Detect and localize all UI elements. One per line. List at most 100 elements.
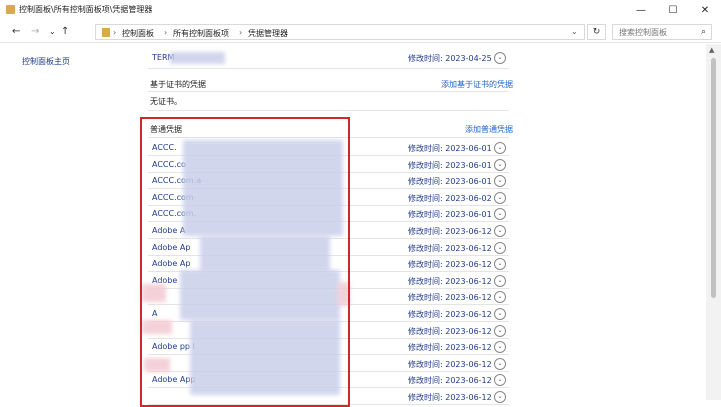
address-bar-row: ← → ⌄ ↑ › 控制面板 › 所有控制面板项 › 凭据管理器 ⌄ ↻ ⌕ — [0, 22, 721, 43]
credential-row[interactable]: A 修改时间: 2023-06-12 ⌄ — [145, 306, 511, 322]
expand-chevron-icon[interactable]: ⌄ — [494, 274, 506, 287]
expand-chevron-icon[interactable]: ⌄ — [494, 308, 506, 320]
maximize-button[interactable]: ☐ — [657, 0, 689, 20]
minimize-button[interactable]: — — [625, 0, 657, 20]
credential-modified-date: 修改时间: 2023-06-12 — [408, 359, 492, 369]
divider — [148, 110, 509, 111]
credential-modified-date: 修改时间: 2023-06-02 — [408, 193, 492, 203]
generic-credentials-heading: 普通凭据 — [150, 125, 182, 134]
credential-name: TERM — [152, 53, 175, 62]
expand-chevron-icon[interactable]: ⌄ — [494, 291, 506, 304]
credential-modified-date: 修改时间: 2023-06-01 — [408, 177, 492, 187]
divider — [148, 68, 509, 69]
credential-row[interactable]: ACCC.co 修改时间: 2023-06-01 ⌄ — [145, 157, 511, 173]
scroll-thumb[interactable] — [711, 58, 716, 298]
vertical-scrollbar[interactable]: ▲ — [706, 44, 721, 400]
credential-row[interactable]: ACCC.com.a 修改时间: 2023-06-01 ⌄ — [145, 173, 511, 189]
expand-chevron-icon[interactable]: ⌄ — [494, 374, 506, 387]
breadcrumb-control-panel[interactable]: 控制面板 — [122, 28, 154, 39]
credential-name: ACCC.com. — [152, 209, 197, 219]
expand-chevron-icon[interactable]: ⌄ — [494, 208, 506, 221]
credential-name: Adobe Ap — [152, 259, 191, 269]
credential-modified-date: 修改时间: 2023-04-25 — [408, 54, 492, 63]
credential-name: Adobe A — [152, 226, 186, 235]
expand-chevron-icon[interactable]: ⌄ — [494, 225, 506, 237]
divider — [148, 91, 509, 92]
credential-row[interactable]: ACCC.com. 修改时间: 2023-06-01 ⌄ — [145, 206, 511, 222]
credential-modified-date: 修改时间: 2023-06-01 — [408, 160, 492, 170]
credential-row[interactable]: 修改时间: 2023-06-12 ⌄ — [145, 389, 511, 405]
expand-chevron-icon[interactable]: ⌄ — [494, 191, 506, 204]
credential-name: ACCC.co — [152, 159, 186, 169]
breadcrumb-separator[interactable]: › — [164, 28, 167, 37]
credential-name: ACCC.com.a — [152, 176, 202, 186]
credential-row[interactable]: 修改时间: 2023-06-12 ⌄ — [145, 323, 511, 339]
control-panel-home-link[interactable]: 控制面板主页 — [22, 56, 70, 67]
credential-name: A — [152, 309, 158, 318]
credential-name: Adobe — [152, 275, 178, 285]
control-panel-icon — [102, 28, 110, 37]
credential-name: ACCC.com — [152, 192, 194, 202]
title-bar: 控制面板\所有控制面板项\凭据管理器 — ☐ ✕ — [0, 0, 721, 20]
expand-chevron-icon[interactable]: ⌄ — [494, 142, 506, 154]
search-input[interactable] — [619, 27, 697, 37]
breadcrumb-all-items[interactable]: 所有控制面板项 — [173, 28, 229, 39]
credential-modified-date: 修改时间: 2023-06-01 — [408, 210, 492, 220]
address-box[interactable]: › 控制面板 › 所有控制面板项 › 凭据管理器 ⌄ — [95, 24, 585, 40]
credential-modified-date: 修改时间: 2023-06-12 — [408, 310, 492, 319]
credential-row[interactable]: Adobe Ap 修改时间: 2023-06-12 ⌄ — [145, 256, 511, 272]
credential-name: ACCC. — [152, 143, 177, 152]
credential-modified-date: 修改时间: 2023-06-12 — [408, 326, 492, 336]
search-box[interactable]: ⌕ — [612, 24, 712, 40]
scroll-up-arrow-icon[interactable]: ▲ — [709, 46, 714, 54]
credential-modified-date: 修改时间: 2023-06-12 — [408, 293, 492, 303]
expand-chevron-icon[interactable]: ⌄ — [494, 241, 506, 254]
credential-row[interactable]: TERM 修改时间: 2023-04-25 ⌄ — [145, 50, 511, 66]
credential-row[interactable]: 修改时间: 2023-06-12 ⌄ — [145, 289, 511, 305]
credential-row[interactable]: Adobe Ap 修改时间: 2023-06-12 ⌄ — [145, 240, 511, 256]
credential-modified-date: 修改时间: 2023-06-12 — [408, 393, 492, 402]
breadcrumb-credential-manager[interactable]: 凭据管理器 — [248, 28, 288, 39]
credential-row[interactable]: ACCC. 修改时间: 2023-06-01 ⌄ — [145, 140, 511, 156]
address-dropdown-chevron-icon[interactable]: ⌄ — [571, 27, 578, 36]
credential-row[interactable]: Adobe A 修改时间: 2023-06-12 ⌄ — [145, 223, 511, 239]
back-arrow-icon[interactable]: ← — [12, 26, 20, 38]
credential-modified-date: 修改时间: 2023-06-12 — [408, 343, 492, 353]
credential-row[interactable]: Adobe pp I 修改时间: 2023-06-12 ⌄ — [145, 339, 511, 355]
credential-modified-date: 修改时间: 2023-06-12 — [408, 243, 492, 253]
divider — [148, 404, 509, 405]
refresh-icon[interactable]: ↻ — [587, 24, 606, 40]
window-title: 控制面板\所有控制面板项\凭据管理器 — [19, 5, 153, 14]
credential-modified-date: 修改时间: 2023-06-12 — [408, 227, 492, 236]
recent-locations-chevron-icon[interactable]: ⌄ — [49, 26, 56, 38]
divider — [148, 137, 509, 138]
expand-chevron-icon[interactable]: ⌄ — [494, 52, 506, 64]
credential-row[interactable]: Adobe App 修改时间: 2023-06-12 ⌄ — [145, 372, 511, 388]
expand-chevron-icon[interactable]: ⌄ — [494, 258, 506, 271]
forward-arrow-icon[interactable]: → — [31, 26, 39, 38]
up-arrow-icon[interactable]: ↑ — [61, 26, 69, 38]
search-icon[interactable]: ⌕ — [701, 27, 706, 37]
credential-row[interactable]: Adobe 修改时间: 2023-06-12 ⌄ — [145, 273, 511, 289]
credential-modified-date: 修改时间: 2023-06-01 — [408, 144, 492, 153]
credential-row[interactable]: ACCC.com 修改时间: 2023-06-02 ⌄ — [145, 190, 511, 206]
credential-modified-date: 修改时间: 2023-06-12 — [408, 260, 492, 270]
add-generic-credential-link[interactable]: 添加普通凭据 — [465, 124, 513, 135]
close-button[interactable]: ✕ — [689, 0, 721, 20]
expand-chevron-icon[interactable]: ⌄ — [494, 357, 506, 370]
breadcrumb-separator[interactable]: › — [239, 28, 242, 37]
credential-modified-date: 修改时间: 2023-06-12 — [408, 276, 492, 286]
credential-name: Adobe App — [152, 375, 196, 385]
expand-chevron-icon[interactable]: ⌄ — [494, 175, 506, 188]
credential-row[interactable]: 修改时间: 2023-06-12 ⌄ — [145, 356, 511, 372]
expand-chevron-icon[interactable]: ⌄ — [494, 158, 506, 171]
expand-chevron-icon[interactable]: ⌄ — [494, 341, 506, 354]
credential-modified-date: 修改时间: 2023-06-12 — [408, 376, 492, 386]
expand-chevron-icon[interactable]: ⌄ — [494, 324, 506, 337]
credential-name: Adobe Ap — [152, 242, 191, 252]
add-certificate-credential-link[interactable]: 添加基于证书的凭据 — [441, 79, 513, 90]
certificate-credentials-heading: 基于证书的凭据 — [150, 80, 206, 89]
credential-name: Adobe pp I — [152, 342, 195, 352]
breadcrumb-separator: › — [113, 28, 117, 37]
expand-chevron-icon[interactable]: ⌄ — [494, 391, 506, 403]
